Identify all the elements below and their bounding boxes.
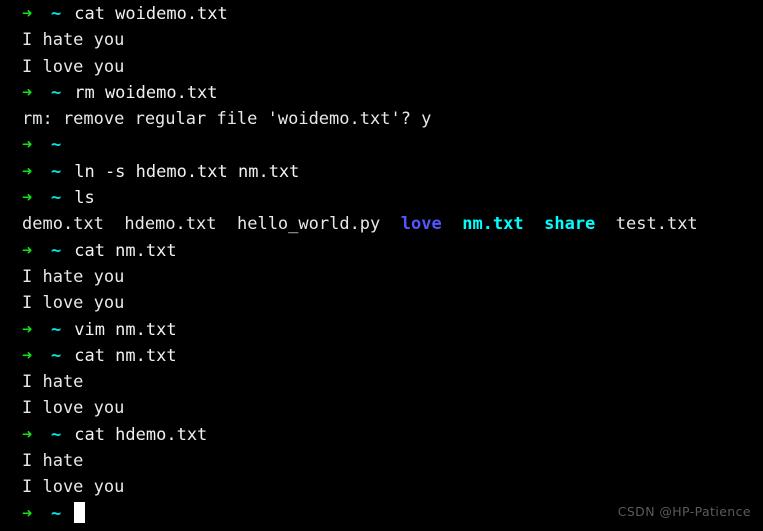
- ls-entry-symlink: nm.txt: [462, 214, 524, 235]
- terminal-prompt-line: ➜ ~ cat hdemo.txt: [0, 422, 763, 448]
- terminal-output-line: I hate you: [0, 27, 763, 53]
- terminal-prompt-line: ➜ ~ cat nm.txt: [0, 238, 763, 264]
- watermark-label: CSDN @HP-Patience: [617, 503, 751, 519]
- prompt-path-label: ~: [51, 345, 62, 366]
- prompt-arrow-icon: ➜: [22, 424, 33, 445]
- prompt-arrow-icon: ➜: [22, 319, 33, 340]
- terminal-prompt-line: ➜ ~: [0, 132, 763, 158]
- prompt-path-label: ~: [51, 240, 62, 261]
- ls-entry-file: demo.txt: [22, 214, 104, 235]
- terminal-cursor[interactable]: [74, 501, 86, 523]
- terminal-command-text: vim nm.txt: [64, 319, 177, 340]
- terminal-prompt-line: ➜ ~ cat nm.txt: [0, 343, 763, 369]
- ls-entry-separator: [442, 214, 462, 234]
- prompt-path-label: ~: [51, 319, 62, 340]
- prompt-arrow-icon: ➜: [22, 161, 33, 182]
- terminal-output-line: I love you: [0, 290, 763, 316]
- terminal-prompt-line: ➜ ~ ls: [0, 185, 763, 211]
- terminal-output-text: I hate: [22, 451, 84, 472]
- prompt-arrow-icon: ➜: [22, 135, 33, 156]
- prompt-path-label: ~: [51, 82, 62, 103]
- ls-entry-separator: [380, 214, 400, 234]
- prompt-path-label: ~: [51, 135, 62, 156]
- terminal-prompt-line: ➜ ~ cat woidemo.txt: [0, 1, 763, 27]
- terminal-command-text: cat nm.txt: [64, 240, 177, 261]
- prompt-arrow-icon: ➜: [22, 4, 33, 24]
- terminal-command-text: rm woidemo.txt: [64, 82, 218, 103]
- prompt-path-label: ~: [51, 503, 62, 524]
- terminal-output-text: I hate you: [22, 266, 125, 287]
- ls-entry-file: hello_world.py: [236, 214, 381, 235]
- ls-entry-symlink: share: [544, 214, 596, 235]
- terminal-output-text: I love you: [22, 293, 125, 314]
- terminal-command-text: cat woidemo.txt: [64, 4, 228, 24]
- terminal-screen[interactable]: ➜ ~ cat woidemo.txt I hate you I love you ➜ ~…: [0, 0, 763, 527]
- terminal-output-line: I hate: [0, 448, 763, 474]
- terminal-output-line: I love you: [0, 54, 763, 80]
- terminal-output-line: I hate you: [0, 264, 763, 290]
- prompt-arrow-icon: ➜: [22, 503, 33, 524]
- terminal-output-text: I hate: [22, 372, 84, 393]
- terminal-prompt-line: ➜ ~ ln -s hdemo.txt nm.txt: [0, 159, 763, 185]
- terminal-output-text: I hate you: [22, 30, 125, 51]
- terminal-command-text: ln -s hdemo.txt nm.txt: [64, 161, 300, 182]
- prompt-arrow-icon: ➜: [22, 240, 33, 261]
- terminal-output-text: I love you: [22, 56, 125, 77]
- ls-entry-directory: love: [400, 214, 442, 235]
- prompt-path-label: ~: [51, 424, 62, 445]
- prompt-arrow-icon: ➜: [22, 188, 33, 209]
- ls-entry-separator: [595, 214, 615, 234]
- terminal-window[interactable]: ➜ ~ cat woidemo.txt I hate you I love you ➜ ~…: [0, 0, 763, 531]
- ls-entry-separator: [217, 214, 237, 234]
- terminal-prompt-line: ➜ ~ vim nm.txt: [0, 317, 763, 343]
- prompt-arrow-icon: ➜: [22, 345, 33, 366]
- terminal-output-text: I love you: [22, 477, 125, 498]
- terminal-output-line: rm: remove regular file 'woidemo.txt'? y: [0, 106, 763, 132]
- terminal-output-text: I love you: [22, 398, 125, 419]
- prompt-arrow-icon: ➜: [22, 82, 33, 103]
- prompt-path-label: ~: [51, 161, 62, 182]
- terminal-output-text: rm: remove regular file 'woidemo.txt'? y: [22, 109, 432, 130]
- terminal-command-text: cat hdemo.txt: [64, 424, 208, 445]
- terminal-output-line: I love you: [0, 395, 763, 421]
- terminal-prompt-line: ➜ ~ rm woidemo.txt: [0, 80, 763, 106]
- ls-entry-separator: [524, 214, 544, 234]
- terminal-ls-output-line: demo.txt hdemo.txt hello_world.py love n…: [0, 211, 763, 237]
- terminal-command-text: ls: [64, 188, 95, 209]
- ls-entry-file: hdemo.txt: [124, 214, 217, 235]
- terminal-output-line: I love you: [0, 474, 763, 500]
- ls-entry-separator: [104, 214, 124, 234]
- ls-entry-file: test.txt: [615, 214, 698, 235]
- prompt-path-label: ~: [51, 4, 62, 24]
- terminal-command-text: cat nm.txt: [64, 345, 177, 366]
- terminal-output-line: I hate: [0, 369, 763, 395]
- prompt-path-label: ~: [51, 188, 62, 209]
